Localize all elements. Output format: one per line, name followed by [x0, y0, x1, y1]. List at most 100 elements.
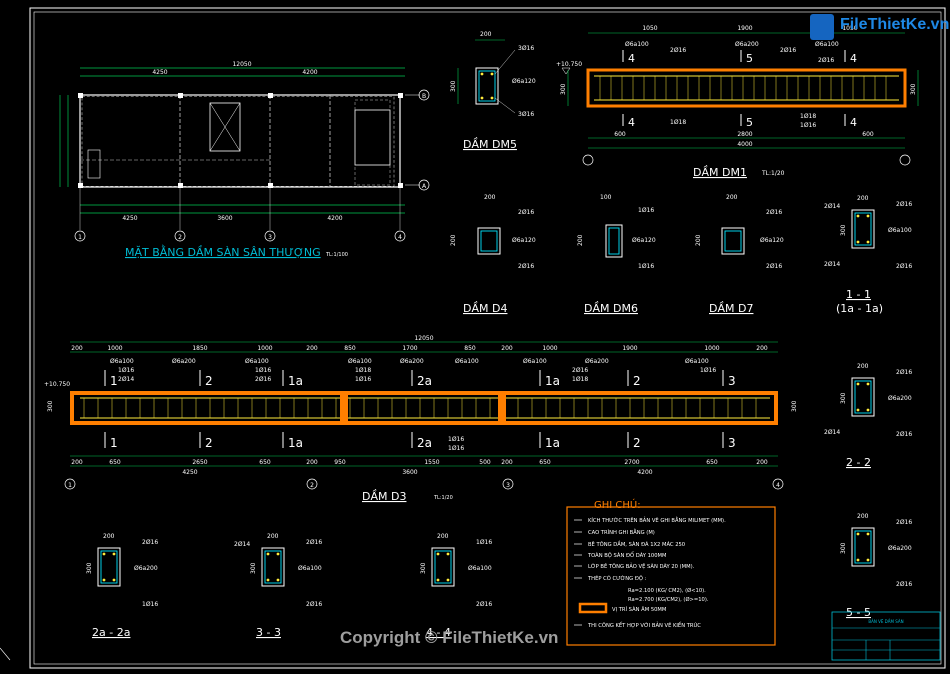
svg-text:4250: 4250 [182, 469, 197, 476]
section-subtitle: (1a - 1a) [836, 302, 883, 315]
section-bot-bar: 2Ø16 [476, 601, 492, 608]
note-line: Ra=2.100 (KG/ CM2), (Ø<10). [628, 587, 706, 594]
svg-text:300: 300 [791, 400, 798, 412]
svg-text:300: 300 [910, 83, 917, 95]
section-1: 300 200 2Ø16 2Ø14 Ø6a100 2Ø16 2Ø14 1 - 1(1a - 1… [824, 195, 912, 315]
section-top-bar: 1Ø16 [476, 539, 492, 546]
svg-text:200: 200 [577, 234, 584, 246]
d3-scale: TL:1/20 [433, 495, 453, 501]
d3-cut-label: 2 [633, 374, 641, 388]
svg-text:300: 300 [86, 562, 93, 574]
svg-text:600: 600 [862, 131, 874, 138]
section-5: 300 200 2Ø16 2Ø14 Ø6a100 2Ø16 3 - 3 [234, 533, 322, 639]
beam-dm6-section: 100 200 1Ø16 Ø6a120 1Ø16 DẦM DM6 [577, 194, 656, 315]
svg-text:1Ø16: 1Ø16 [800, 122, 816, 129]
d3-stirrup-label: Ø6a200 [400, 358, 424, 365]
section-top-bar: 2Ø16 [896, 369, 912, 376]
cad-drawing: 12050 4250 4200 B A 4250 3600 4200 1 2 3… [0, 7, 946, 669]
dm6-title: DẦM DM6 [584, 301, 638, 315]
section-title: 1 - 1 [846, 288, 871, 301]
d3-cut-label: 1a [288, 374, 303, 388]
notes-title: GHI CHÚ: [594, 498, 641, 511]
d3-cut-label: 2a [417, 374, 432, 388]
axis-a-label: A [422, 183, 427, 190]
logo-text: FileThietKe.vn [840, 16, 950, 33]
svg-text:600: 600 [614, 131, 626, 138]
svg-text:Ø6a120: Ø6a120 [760, 237, 784, 244]
d3-cut-label: 1 [110, 436, 118, 450]
section-stirrup: Ø6a100 [468, 565, 492, 572]
section-top-bar: 2Ø16 [306, 539, 322, 546]
svg-text:1900: 1900 [737, 25, 752, 32]
svg-text:300: 300 [840, 392, 847, 404]
section-stirrup: Ø6a200 [134, 565, 158, 572]
dm5-stirrup: Ø6a120 [512, 78, 536, 85]
svg-text:5: 5 [746, 116, 753, 129]
svg-text:200: 200 [103, 533, 115, 540]
svg-text:4: 4 [850, 52, 857, 65]
section-4: 300 200 2Ø16 Ø6a200 1Ø16 2a - 2a [86, 533, 158, 639]
section-bot-bar: 2Ø16 [896, 431, 912, 438]
axis-4-label: 4 [398, 234, 402, 241]
d3-axis-label: 2 [310, 482, 314, 489]
section-bot-left-bar: 2Ø14 [824, 261, 840, 268]
svg-text:2Ø16: 2Ø16 [518, 209, 534, 216]
d3-cut-label: 1 [110, 374, 118, 388]
d3-dim-bot: 1550 [424, 459, 439, 466]
d3-bar-label: 1Ø16 [255, 367, 271, 374]
dm1-level: +10.750 [556, 61, 582, 68]
section-top-bar: 2Ø16 [896, 201, 912, 208]
copyright-watermark: Copyright © FileThietKe.vn [340, 628, 559, 647]
svg-text:300: 300 [560, 83, 567, 95]
d4-title: DẦM D4 [463, 301, 507, 315]
d3-cut-label: 1a [545, 436, 560, 450]
note-line: BÊ TÔNG DẦM, SÀN ĐÁ 1X2 MÁC 250 [588, 540, 685, 548]
d3-cut-label: 2a [417, 436, 432, 450]
svg-text:1Ø16: 1Ø16 [638, 207, 654, 214]
svg-text:300: 300 [840, 224, 847, 236]
d3-title: DẦM D3 [362, 489, 406, 503]
svg-text:1Ø18: 1Ø18 [800, 113, 816, 120]
d3-dim-bot: 950 [334, 459, 346, 466]
d3-dim-top: 1000 [542, 345, 557, 352]
plan-scale: TL:1/100 [325, 252, 348, 258]
svg-text:2Ø16: 2Ø16 [780, 47, 796, 54]
d3-dim-bot: 200 [756, 459, 768, 466]
svg-text:200: 200 [726, 194, 738, 201]
svg-text:200: 200 [695, 234, 702, 246]
svg-text:1Ø18: 1Ø18 [670, 119, 686, 126]
d3-dim-bot: 200 [71, 459, 83, 466]
d3-cut-label: 3 [728, 374, 736, 388]
axis-b-label: B [422, 93, 426, 100]
section-stirrup: Ø6a200 [888, 545, 912, 552]
note-line: CAO TRÌNH GHI BẰNG (M) [588, 528, 655, 536]
d3-bar-label: 1Ø16 [448, 436, 464, 443]
note-line: Ra=2.700 (KG/CM2), (Ø>=10). [628, 596, 709, 603]
d3-dim-top: 1000 [107, 345, 122, 352]
d3-bar-label: 1Ø16 [448, 445, 464, 452]
plan-dim-bottom-1: 4250 [122, 215, 137, 222]
plan-dim-total: 12050 [232, 61, 251, 68]
d3-level: +10.750 [44, 381, 70, 388]
d3-dim-bot: 650 [259, 459, 271, 466]
dm1-scale: TL:1/20 [761, 170, 785, 177]
svg-text:300: 300 [840, 542, 847, 554]
dm5-bot-bar: 3Ø16 [518, 111, 534, 118]
section-bot-bar: 2Ø16 [896, 263, 912, 270]
d3-dim-top: 850 [344, 345, 356, 352]
section-3: 300 200 2Ø16 Ø6a200 2Ø16 5 - 5 [840, 513, 912, 619]
d3-stirrup-label: Ø6a100 [685, 358, 709, 365]
d3-bar-label: 1Ø18 [355, 367, 371, 374]
svg-text:100: 100 [600, 194, 612, 201]
plan-dim-top-1: 4250 [152, 69, 167, 76]
section-stirrup: Ø6a100 [298, 565, 322, 572]
d7-title: DẦM D7 [709, 301, 753, 315]
svg-text:Ø6a200: Ø6a200 [735, 41, 759, 48]
svg-text:300: 300 [450, 80, 457, 92]
beam-dm5-section: 200 300 3Ø16 Ø6a120 3Ø16 DẦM DM5 [450, 31, 536, 151]
plan-dim-bottom-2: 3600 [217, 215, 232, 222]
d3-stirrup-label: Ø6a100 [523, 358, 547, 365]
plan-dim-top-2: 4200 [302, 69, 317, 76]
axis-3-label: 3 [268, 234, 272, 241]
titleblock-name: BẢN VẼ DẦM SÀN [868, 619, 903, 624]
